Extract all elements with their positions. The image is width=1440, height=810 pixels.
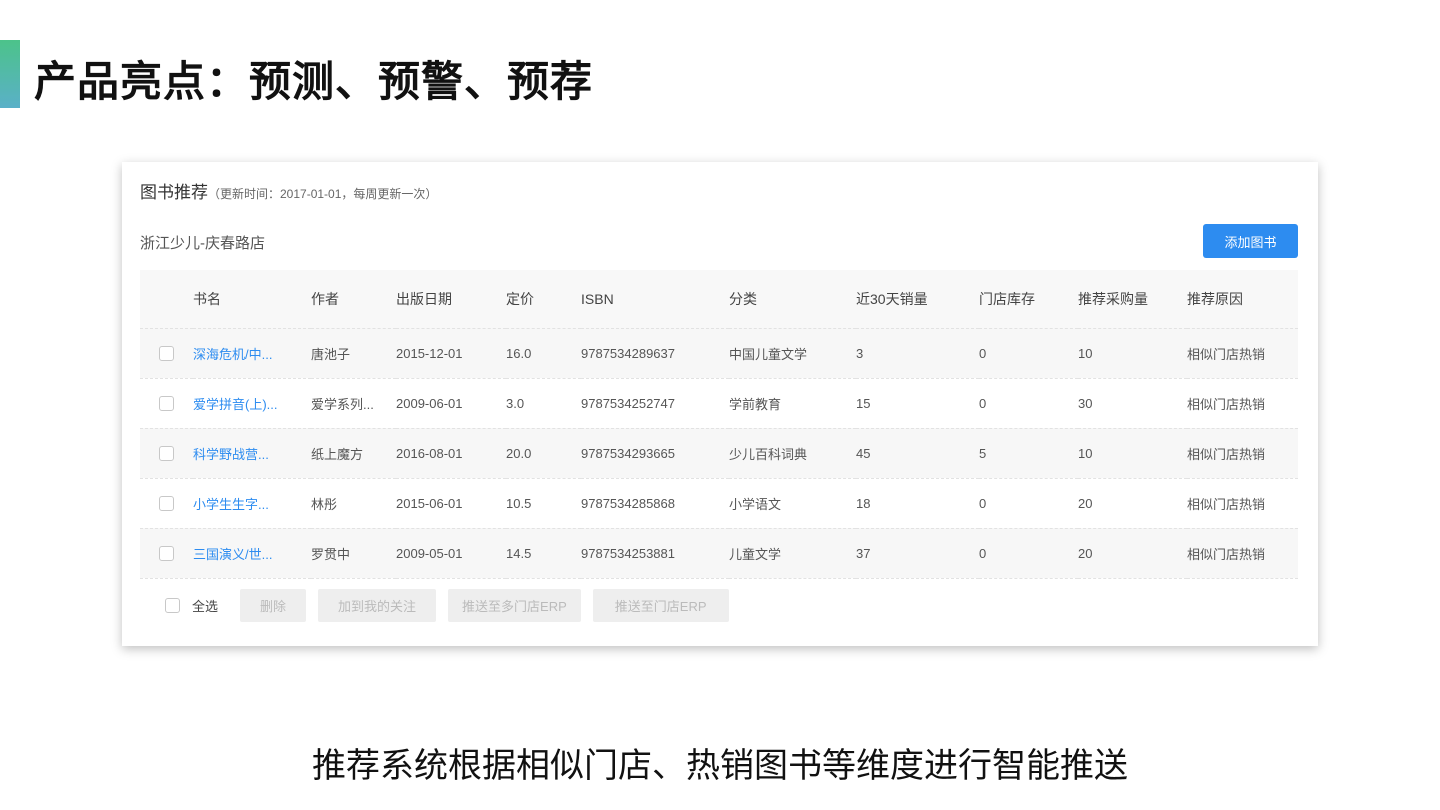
sales-30d: 37 [856,527,979,579]
isbn: 9787534285868 [581,477,729,528]
table-row: 小学生生字... 林彤 2015-06-01 10.5 9787534285868 小学语… [140,477,1298,528]
recommend-reason: 相似门店热销 [1187,477,1298,528]
recommend-reason: 相似门店热销 [1187,427,1298,478]
recommend-reason: 相似门店热销 [1187,327,1298,378]
slide-title: 产品亮点：预测、预警、预荐 [34,58,594,105]
accent-bar [0,40,20,108]
book-name[interactable]: 深海危机/中... [193,327,311,378]
price: 20.0 [506,427,581,478]
update-info: （更新时间：2017-01-01，每周更新一次） [208,187,438,201]
row-checkbox-cell [140,527,193,579]
isbn: 9787534289637 [581,327,729,378]
category: 学前教育 [729,377,856,428]
col-header: 出版日期 [396,270,506,328]
publish-date: 2016-08-01 [396,427,506,478]
publish-date: 2009-06-01 [396,377,506,428]
col-header: 定价 [506,270,581,328]
recommended-qty: 30 [1078,377,1187,428]
add-book-button[interactable]: 添加图书 [1203,224,1298,258]
recommended-qty: 20 [1078,527,1187,579]
sales-30d: 15 [856,377,979,428]
book-name[interactable]: 爱学拼音(上)... [193,377,311,428]
row-checkbox-cell [140,327,193,378]
category: 少儿百科词典 [729,427,856,478]
col-header: 近30天销量 [856,270,979,328]
col-header: 推荐采购量 [1078,270,1187,328]
recommended-qty: 20 [1078,477,1187,528]
store-stock: 5 [979,427,1078,478]
row-checkbox-cell [140,477,193,528]
author: 罗贯中 [311,527,396,579]
row-checkbox[interactable] [159,396,174,412]
table-header: 书名 作者 出版日期 定价 ISBN 分类 近30天销量 门店库存 推荐采购量 … [140,270,1298,328]
store-stock: 0 [979,327,1078,378]
row-checkbox-cell [140,427,193,478]
slide-caption: 推荐系统根据相似门店、热销图书等维度进行智能推送 [312,747,1128,785]
publish-date: 2015-06-01 [396,477,506,528]
table-row: 科学野战营... 纸上魔方 2016-08-01 20.0 9787534293665 少… [140,427,1298,478]
book-name[interactable]: 科学野战营... [193,427,311,478]
recommended-qty: 10 [1078,427,1187,478]
recommend-reason: 相似门店热销 [1187,377,1298,428]
row-checkbox-cell [140,377,193,428]
row-checkbox[interactable] [159,446,174,462]
add-to-follow-button[interactable]: 加到我的关注 [318,589,437,622]
isbn: 9787534252747 [581,377,729,428]
table-row: 深海危机/中... 唐池子 2015-12-01 16.0 9787534289637 中… [140,327,1298,378]
row-checkbox[interactable] [159,546,174,562]
table-row: 三国演义/世... 罗贯中 2009-05-01 14.5 9787534253881 儿… [140,527,1298,579]
price: 10.5 [506,477,581,528]
sales-30d: 3 [856,327,979,378]
book-recommend-card: 图书推荐（更新时间：2017-01-01，每周更新一次） 浙江少儿-庆春路店 添… [122,162,1318,646]
author: 林彤 [311,477,396,528]
book-name[interactable]: 小学生生字... [193,477,311,528]
select-all-checkbox[interactable] [165,598,180,613]
book-name[interactable]: 三国演义/世... [193,527,311,579]
store-stock: 0 [979,527,1078,579]
store-name: 浙江少儿-庆春路店 [140,235,265,252]
author: 爱学系列... [311,377,396,428]
category: 中国儿童文学 [729,327,856,378]
recommended-qty: 10 [1078,327,1187,378]
publish-date: 2009-05-01 [396,527,506,579]
push-multi-store-erp-button[interactable]: 推送至多门店ERP [448,589,581,622]
price: 16.0 [506,327,581,378]
col-header: 推荐原因 [1187,270,1298,328]
category: 儿童文学 [729,527,856,579]
col-header: 门店库存 [979,270,1078,328]
sales-30d: 18 [856,477,979,528]
publish-date: 2015-12-01 [396,327,506,378]
select-all-label[interactable]: 全选 [192,596,218,615]
author: 纸上魔方 [311,427,396,478]
col-header: 作者 [311,270,396,328]
row-checkbox[interactable] [159,496,174,512]
table-footer: 全选 删除 加到我的关注 推送至多门店ERP 推送至门店ERP [165,589,729,622]
table-row: 爱学拼音(上)... 爱学系列... 2009-06-01 3.0 9787534252… [140,377,1298,428]
col-header: ISBN [581,270,729,328]
row-checkbox[interactable] [159,346,174,362]
sales-30d: 45 [856,427,979,478]
col-header: 分类 [729,270,856,328]
delete-button[interactable]: 删除 [240,589,307,622]
price: 3.0 [506,377,581,428]
store-stock: 0 [979,477,1078,528]
card-title: 图书推荐（更新时间：2017-01-01，每周更新一次） [140,178,437,203]
store-stock: 0 [979,377,1078,428]
card-title-text: 图书推荐 [140,183,208,202]
recommend-table: 书名 作者 出版日期 定价 ISBN 分类 近30天销量 门店库存 推荐采购量 … [140,270,1298,579]
author: 唐池子 [311,327,396,378]
price: 14.5 [506,527,581,579]
col-header: 书名 [193,270,311,328]
isbn: 9787534253881 [581,527,729,579]
category: 小学语文 [729,477,856,528]
isbn: 9787534293665 [581,427,729,478]
push-store-erp-button[interactable]: 推送至门店ERP [592,589,729,622]
recommend-reason: 相似门店热销 [1187,527,1298,579]
